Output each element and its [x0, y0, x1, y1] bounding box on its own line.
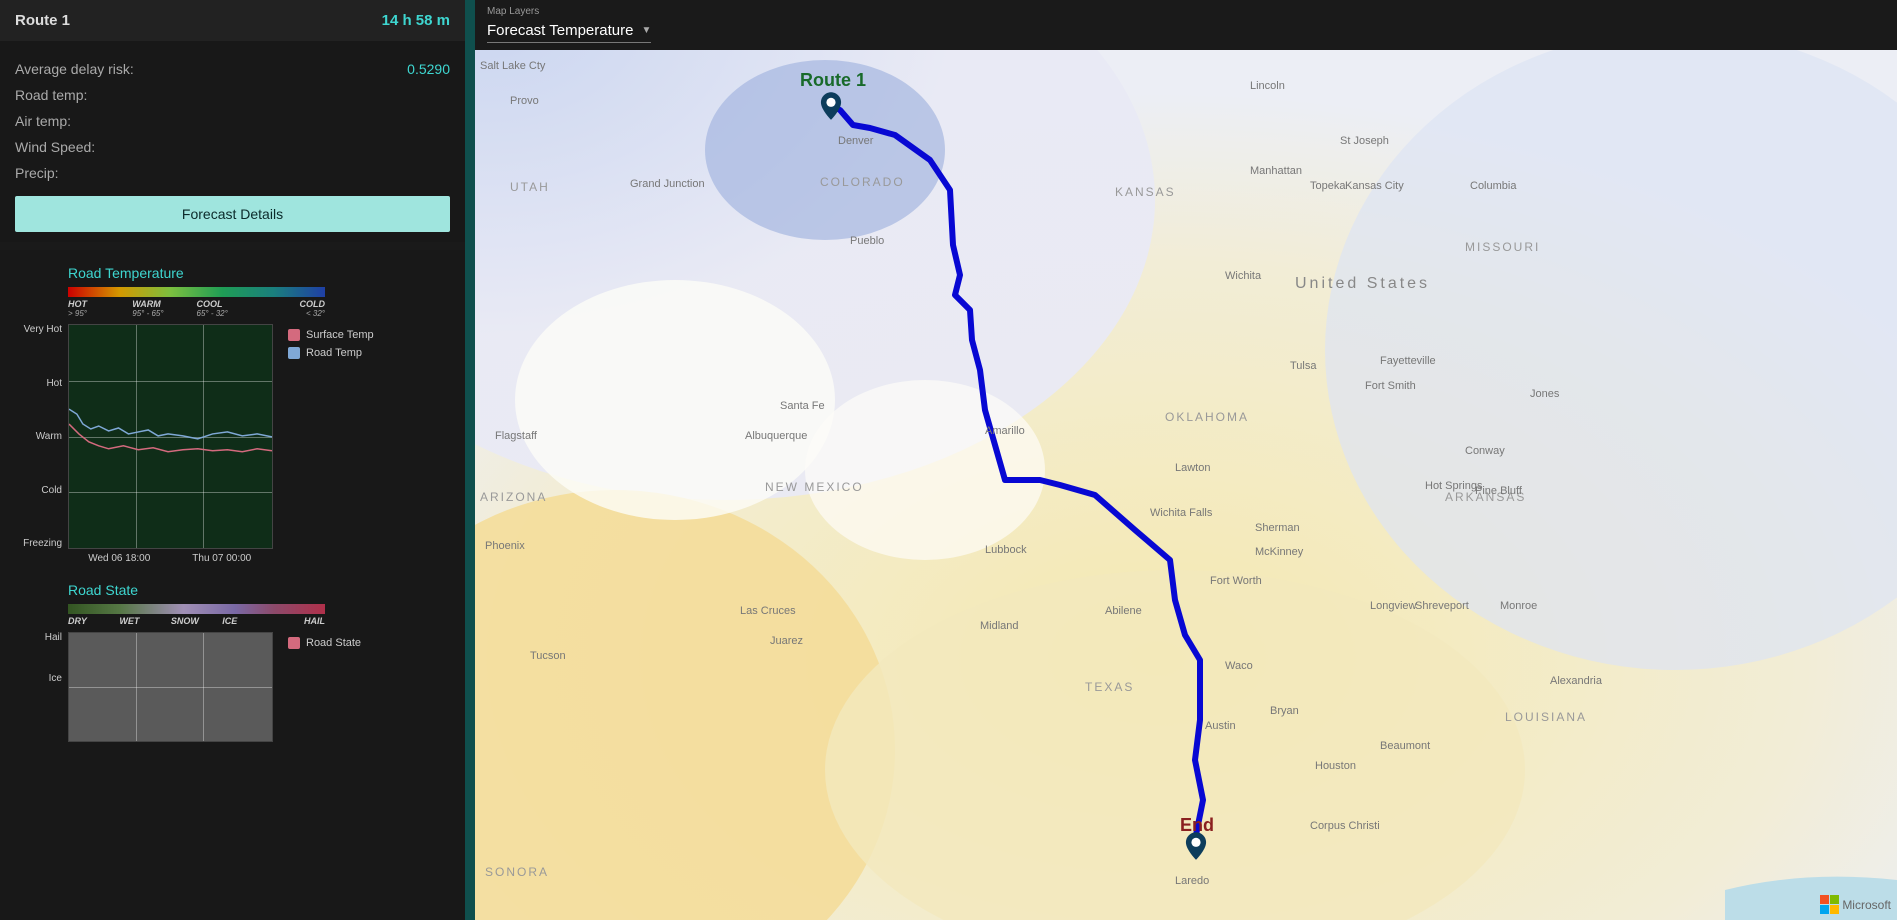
sidebar: Route 1 14 h 58 m Average delay risk: 0.5… — [0, 0, 465, 920]
chart-legend: Road State — [273, 632, 403, 742]
stat-row: Precip: — [15, 160, 450, 186]
stat-label: Road temp: — [15, 87, 87, 103]
stat-label: Wind Speed: — [15, 139, 95, 155]
chart-legend: Surface Temp Road Temp — [273, 324, 403, 549]
stat-value: 0.5290 — [407, 61, 450, 77]
stat-row: Average delay risk: 0.5290 — [15, 56, 450, 82]
temp-gradient-labels: HOT> 95° WARM95° - 65° COOL65° - 32° COL… — [68, 299, 325, 318]
road-state-plot[interactable] — [68, 632, 273, 742]
map-canvas[interactable]: Route 1 End United States COLORADO KANSA… — [475, 50, 1897, 920]
chart-xlabels: Wed 06 18:00Thu 07 00:00 — [68, 549, 273, 564]
legend-swatch-icon — [288, 637, 300, 649]
map-layer-select[interactable]: Forecast Temperature ▼ — [487, 19, 651, 43]
stat-label: Average delay risk: — [15, 61, 134, 77]
chart-ylabels: HailIce — [10, 632, 68, 742]
forecast-details-button[interactable]: Forecast Details — [15, 196, 450, 232]
legend-swatch-icon — [288, 347, 300, 359]
chevron-down-icon: ▼ — [641, 25, 651, 36]
stat-label: Air temp: — [15, 113, 71, 129]
start-marker-icon[interactable] — [820, 92, 842, 120]
chart-ylabels: Very HotHotWarmColdFreezing — [10, 324, 68, 549]
route-header: Route 1 14 h 58 m — [0, 0, 465, 41]
layer-selected-value: Forecast Temperature — [487, 22, 633, 39]
map-layers-label: Map Layers — [487, 6, 1885, 17]
stat-row: Road temp: — [15, 82, 450, 108]
legend-swatch-icon — [288, 329, 300, 341]
microsoft-attribution: Microsoft — [1820, 895, 1891, 914]
map-header: Map Layers Forecast Temperature ▼ — [475, 0, 1897, 50]
map-panel: Map Layers Forecast Temperature ▼ — [475, 0, 1897, 920]
chart-title-road-state: Road State — [68, 582, 455, 598]
route-start-label: Route 1 — [800, 70, 866, 91]
state-gradient-icon — [68, 604, 325, 614]
route-duration: 14 h 58 m — [382, 12, 450, 29]
chart-title-road-temp: Road Temperature — [68, 265, 455, 281]
end-marker-icon[interactable] — [1185, 832, 1207, 860]
road-temp-plot[interactable] — [68, 324, 273, 549]
stat-row: Air temp: — [15, 108, 450, 134]
stat-label: Precip: — [15, 165, 59, 181]
temp-gradient-icon — [68, 287, 325, 297]
panel-divider[interactable] — [465, 0, 475, 920]
route-title: Route 1 — [15, 12, 70, 29]
route-stats: Average delay risk: 0.5290 Road temp: Air… — [0, 41, 465, 242]
stat-row: Wind Speed: — [15, 134, 450, 160]
charts-block: Road Temperature HOT> 95° WARM95° - 65° … — [0, 250, 465, 920]
microsoft-logo-icon — [1820, 895, 1839, 914]
state-gradient-labels: DRY WET SNOW ICE HAIL — [68, 616, 325, 626]
